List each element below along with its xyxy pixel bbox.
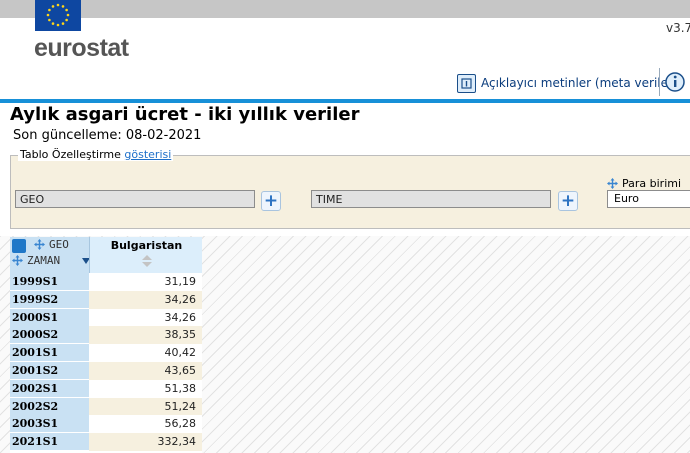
unit-label-text: Para birimi <box>622 177 682 190</box>
column-header-bulgaria[interactable]: Bulgaristan <box>89 237 202 273</box>
row-value-cell: 38,35 <box>89 326 202 345</box>
toolbar-separator <box>659 68 660 96</box>
info-button[interactable] <box>664 71 690 93</box>
row-value-cell: 40,42 <box>89 344 202 363</box>
table-layout-icon[interactable] <box>12 239 26 253</box>
row-value-cell: 34,26 <box>89 290 202 309</box>
row-period-label: 1999S1 <box>10 273 89 291</box>
row-value-cell: 34,26 <box>89 308 202 327</box>
row-value-cell: 31,19 <box>89 273 202 291</box>
row-value-cell: 43,65 <box>89 362 202 380</box>
sort-icon[interactable] <box>142 255 152 269</box>
time-add-button[interactable]: + <box>558 191 578 211</box>
top-gray-bar <box>0 0 690 18</box>
row-period-label: 2001S1 <box>10 344 89 363</box>
row-period-label: 2000S2 <box>10 326 89 345</box>
row-period-label: 2001S2 <box>10 362 89 380</box>
table-row: 1999S2 34,26 <box>10 290 202 309</box>
row-period-label: 2002S1 <box>10 379 89 398</box>
unit-dimension-label[interactable]: Para birimi <box>607 177 681 190</box>
time-dimension-box[interactable]: TIME <box>311 190 551 208</box>
row-value-cell: 51,24 <box>89 397 202 416</box>
row-period-label: 2021S1 <box>10 433 89 452</box>
show-customization-link[interactable]: gösterisi <box>124 148 171 161</box>
geo-dimension-box[interactable]: GEO <box>15 190 255 208</box>
table-row: 2002S1 51,38 <box>10 379 202 398</box>
table-row: 2002S2 51,24 <box>10 397 202 416</box>
time-axis-text: ZAMAN <box>27 254 61 267</box>
row-period-label: 2003S1 <box>10 415 89 434</box>
header-divider <box>0 99 690 103</box>
version-label: v3.7 <box>666 21 690 35</box>
move-icon <box>34 239 45 250</box>
move-icon <box>12 255 23 266</box>
geo-axis-label[interactable]: GEO <box>34 238 69 251</box>
metadata-label: Açıklayıcı metinler (meta veriler) <box>481 76 678 90</box>
customization-legend: Tablo Özelleştirme gösterisi <box>18 148 174 161</box>
row-period-label: 2000S1 <box>10 308 89 327</box>
eurostat-logo[interactable]: eurostat <box>34 34 129 63</box>
metadata-icon <box>457 73 476 93</box>
metadata-button[interactable]: Açıklayıcı metinler (meta veriler) <box>457 70 678 96</box>
legend-label: Tablo Özelleştirme <box>20 148 121 161</box>
row-value-cell: 332,34 <box>89 433 202 452</box>
table-row: 2001S2 43,65 <box>10 362 202 380</box>
time-axis-label[interactable]: ZAMAN <box>12 254 60 267</box>
table-row: 1999S1 31,19 <box>10 273 202 291</box>
table-row: 2021S1 332,34 <box>10 433 202 452</box>
geo-axis-text: GEO <box>49 238 69 251</box>
eu-flag-icon <box>35 0 81 31</box>
table-row: 2000S2 38,35 <box>10 326 202 345</box>
row-value-cell: 56,28 <box>89 415 202 434</box>
unit-select[interactable]: Euro <box>607 190 690 208</box>
row-period-label: 2002S2 <box>10 397 89 416</box>
table-row: 2000S1 34,26 <box>10 308 202 327</box>
row-period-label: 1999S2 <box>10 290 89 309</box>
info-icon <box>665 72 685 92</box>
table-row: 2003S1 56,28 <box>10 415 202 434</box>
page-title: Aylık asgari ücret - iki yıllık veriler <box>10 104 360 125</box>
data-table: GEO ZAMAN Bulgaristan 1999S1 31,19 1999S2 3… <box>10 237 202 453</box>
move-icon <box>607 178 618 189</box>
table-corner: GEO ZAMAN <box>10 237 90 273</box>
row-value-cell: 51,38 <box>89 379 202 398</box>
last-update: Son güncelleme: 08-02-2021 <box>13 128 202 143</box>
column-header-label: Bulgaristan <box>110 239 183 252</box>
table-row: 2001S1 40,42 <box>10 344 202 363</box>
geo-add-button[interactable]: + <box>261 191 281 211</box>
